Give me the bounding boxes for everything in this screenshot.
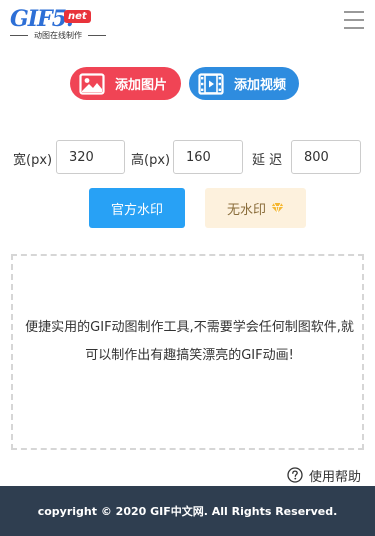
no-watermark-label: 无水印 [226,202,266,218]
upload-drop-zone[interactable]: 便捷实用的GIF动图制作工具,不需要学会任何制图软件,就可以制作出有趣搞笑漂亮的… [11,254,364,450]
height-label: 高(px) [131,153,171,168]
image-icon [79,72,105,95]
size-delay-settings: 宽(px) 高(px) 延 迟 [0,140,375,174]
site-logo[interactable]: GIF5. net 动图在线制作 [8,6,108,42]
official-watermark-button[interactable]: 官方水印 [89,188,185,228]
film-icon [198,72,224,95]
delay-input[interactable] [291,140,361,174]
help-link[interactable]: 使用帮助 [287,465,361,485]
header: GIF5. net 动图在线制作 [0,0,375,48]
width-input[interactable] [56,140,125,174]
drop-zone-description: 便捷实用的GIF动图制作工具,不需要学会任何制图软件,就可以制作出有趣搞笑漂亮的… [25,320,354,363]
add-image-button[interactable]: 添加图片 [70,67,181,100]
width-label: 宽(px) [13,153,53,168]
diamond-icon [271,202,284,214]
official-watermark-label: 官方水印 [110,202,163,218]
logo-badge: net [64,10,91,23]
footer: copyright © 2020 GIF中文网. All Rights Rese… [0,486,375,536]
logo-tagline: 动图在线制作 [8,30,108,41]
copyright-text: copyright © 2020 GIF中文网. All Rights Rese… [37,505,338,518]
hamburger-menu-icon[interactable] [344,11,364,29]
help-label: 使用帮助 [309,469,362,485]
no-watermark-button[interactable]: 无水印 [205,188,306,228]
add-image-label: 添加图片 [115,78,168,93]
question-circle-icon [287,467,303,483]
add-video-button[interactable]: 添加视频 [189,67,299,100]
add-video-label: 添加视频 [234,78,287,93]
delay-label: 延 迟 [252,153,283,168]
height-input[interactable] [173,140,243,174]
